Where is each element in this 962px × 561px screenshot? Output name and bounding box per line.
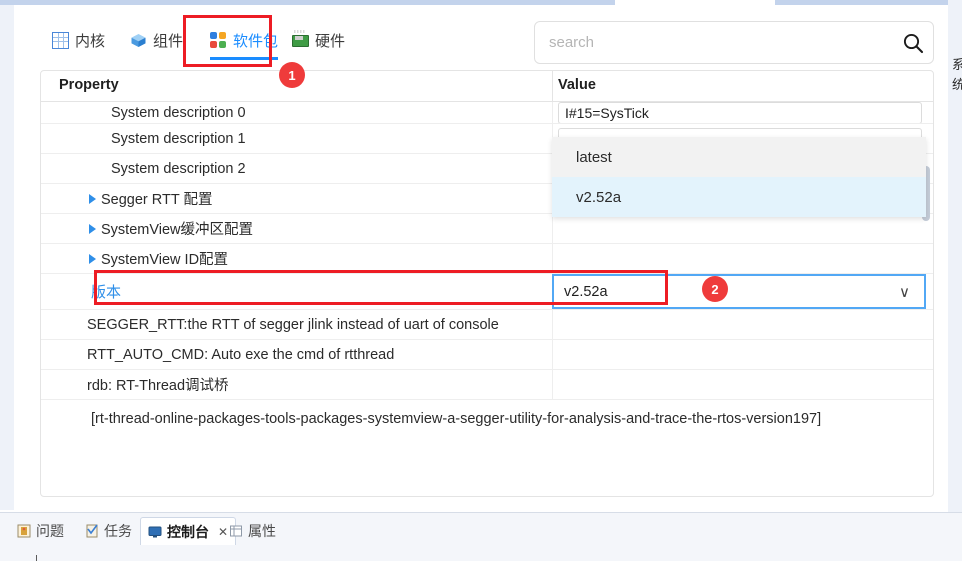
search-input[interactable] — [535, 34, 893, 51]
column-divider — [552, 71, 553, 101]
row-label: RTT_AUTO_CMD: Auto exe the cmd of rtthre… — [87, 346, 395, 363]
bottom-tab-properties[interactable]: 属性 — [222, 519, 283, 543]
bottom-tab-console-label: 控制台 — [167, 523, 209, 540]
tab-component[interactable]: 组件 — [124, 23, 189, 57]
table-row[interactable]: SystemView ID配置 — [41, 244, 933, 274]
row-label: System description 1 — [111, 130, 246, 147]
tab-active-underline — [210, 57, 279, 60]
cell-value — [552, 244, 933, 273]
problems-icon — [17, 524, 31, 538]
chevron-right-icon[interactable] — [89, 253, 96, 264]
row-label: Segger RTT 配置 — [101, 192, 213, 208]
tab-hardware[interactable]: 硬件 — [286, 23, 351, 57]
chevron-right-icon[interactable] — [89, 223, 96, 234]
table-row[interactable]: RTT_AUTO_CMD: Auto exe the cmd of rtthre… — [41, 340, 933, 370]
package-path-footnote: [rt-thread-online-packages-tools-package… — [91, 411, 822, 427]
dropdown-option-v252a[interactable]: v2.52a — [552, 177, 926, 217]
annotation-badge-1: 1 — [279, 62, 305, 88]
tab-hardware-label: 硬件 — [315, 32, 346, 50]
version-row-label: 版本 — [91, 284, 122, 301]
table-body: System description 0 I#15=SysTick System… — [41, 102, 933, 400]
chevron-right-icon[interactable] — [89, 193, 96, 204]
table-row[interactable]: SEGGER_RTT:the RTT of segger jlink inste… — [41, 310, 933, 340]
cell-value: I#15=SysTick — [552, 102, 933, 123]
cell-property: SystemView ID配置 — [41, 244, 552, 273]
tab-component-label: 组件 — [153, 32, 184, 50]
cell-property: System description 1 — [41, 124, 552, 153]
row-label: SystemView缓冲区配置 — [101, 222, 254, 238]
bottom-panel: 问题 任务 控制台 ✕ 属性 — [0, 512, 962, 561]
cell-property: RTT_AUTO_CMD: Auto exe the cmd of rtthre… — [41, 340, 552, 369]
tasks-icon — [85, 524, 99, 538]
search-icon[interactable] — [893, 31, 933, 55]
application-window: » 内核 组件 — [0, 0, 962, 561]
annotation-badge-2: 2 — [702, 276, 728, 302]
tab-package-label: 软件包 — [233, 32, 279, 50]
left-rail — [0, 5, 15, 510]
row-label: SystemView ID配置 — [101, 252, 229, 268]
cell-property: System description 0 — [41, 102, 552, 123]
console-icon — [148, 525, 162, 539]
bottom-tab-properties-label: 属性 — [248, 523, 276, 539]
cell-property: 版本 — [41, 274, 552, 309]
bottom-tab-tasks-label: 任务 — [104, 523, 132, 539]
row-label: System description 0 — [111, 104, 246, 121]
row-label: SEGGER_RTT:the RTT of segger jlink inste… — [87, 316, 499, 333]
cell-value — [552, 214, 933, 243]
tab-package[interactable]: 软件包 — [204, 23, 284, 60]
column-header-value: Value — [558, 77, 596, 93]
right-rail-clipped-text: 系统 — [952, 57, 962, 92]
table-row[interactable]: rdb: RT-Thread调试桥 — [41, 370, 933, 400]
bottom-tab-problems-label: 问题 — [36, 523, 64, 539]
chevron-down-icon[interactable]: ∨ — [899, 283, 910, 301]
cell-property: System description 2 — [41, 154, 552, 183]
table-row[interactable]: System description 0 I#15=SysTick — [41, 102, 933, 124]
table-row-version[interactable]: 版本 v2.52a ∨ — [41, 274, 933, 310]
chip-icon — [292, 32, 309, 49]
cell-value — [552, 310, 933, 339]
version-combobox[interactable]: v2.52a ∨ — [552, 274, 926, 309]
packages-icon — [210, 31, 227, 49]
row-label: System description 2 — [111, 160, 246, 177]
grid-icon — [52, 31, 69, 49]
bottom-tab-problems[interactable]: 问题 — [10, 519, 71, 543]
cell-value — [552, 370, 933, 399]
cube-icon — [130, 32, 147, 49]
cell-property: SystemView缓冲区配置 — [41, 214, 552, 243]
row-label: rdb: RT-Thread调试桥 — [87, 378, 229, 394]
table-header: Property Value — [41, 71, 933, 102]
cell-property: rdb: RT-Thread调试桥 — [41, 370, 552, 399]
cell-value — [552, 340, 933, 369]
value-input[interactable]: I#15=SysTick — [558, 102, 922, 123]
tab-kernel[interactable]: 内核 — [46, 23, 111, 57]
editor-panel: 内核 组件 软件包 硬件 search Property Value Syste… — [14, 5, 949, 510]
tab-kernel-label: 内核 — [75, 32, 106, 50]
console-caret — [36, 555, 37, 561]
cell-property: Segger RTT 配置 — [41, 184, 552, 213]
search-box[interactable] — [534, 21, 934, 64]
properties-icon — [229, 524, 243, 538]
dropdown-option-latest[interactable]: latest — [552, 137, 926, 177]
bottom-tab-tasks[interactable]: 任务 — [78, 519, 139, 543]
property-table: Property Value System description 0 I#15… — [40, 70, 934, 497]
table-row[interactable]: SystemView缓冲区配置 — [41, 214, 933, 244]
cell-property: SEGGER_RTT:the RTT of segger jlink inste… — [41, 310, 552, 339]
version-dropdown-list[interactable]: latest v2.52a — [552, 137, 926, 217]
column-header-property: Property — [59, 77, 119, 93]
version-selected-value: v2.52a — [564, 283, 608, 300]
